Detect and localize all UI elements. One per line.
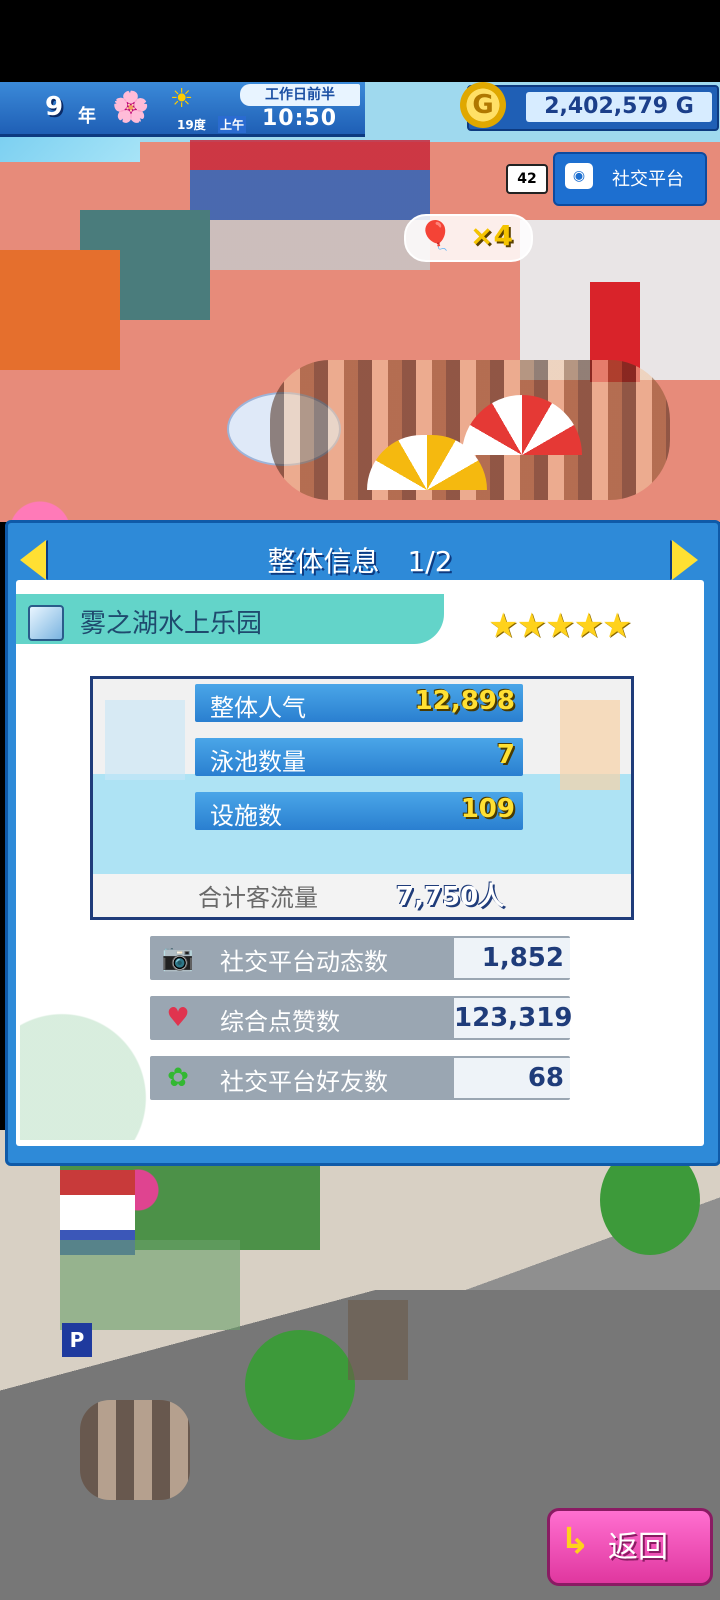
sns-row-label: 社交平台好友数 [220,1068,388,1096]
shop-building [190,140,430,270]
palm-leaf-decoration [20,1000,160,1140]
street-lamp [348,1300,408,1380]
year-number: 9 [45,92,64,122]
camera-icon: ◉ [565,163,593,189]
clock-time: 10:50 [262,106,338,131]
pedestrians [80,1400,190,1500]
camera-icon: 📷 [161,943,195,973]
stat-value: 12,898 [414,686,515,716]
pool-scene-decoration [560,700,620,790]
fence [60,1240,240,1330]
panel-title: 整体信息 1/2 [267,545,453,578]
back-button-label: 返回 [608,1530,668,1565]
prev-page-arrow-icon[interactable] [20,540,46,580]
stat-label: 泳池数量 [210,748,306,776]
sns-row-value: 1,852 [454,938,570,978]
balloon-icon: 🎈 [418,219,453,252]
status-bar-area [0,0,720,82]
stat-value: 109 [460,794,515,824]
next-page-arrow-icon[interactable] [672,540,698,580]
friends-icon: ✿ [167,1063,189,1093]
temperature: 19度 [177,118,206,132]
heart-icon: ♥ [166,1003,190,1033]
gold-coin-icon: G [460,82,506,128]
stat-value: 7 [496,740,515,770]
tree [245,1330,355,1440]
sns-platform-label: 社交平台 [612,169,684,190]
park-building-icon [28,605,64,641]
park-name: 雾之湖水上乐园 [80,609,263,639]
stat-label: 设施数 [210,802,282,830]
rating-stars: ★★★★★ [488,606,632,646]
pool-scene-decoration [105,700,185,780]
sakura-season-icon: 🌸 [112,90,150,125]
sns-row-value: 123,319 [454,998,572,1038]
total-visitors-value: 7,750人 [396,882,505,912]
gold-amount: 2,402,579 G [526,92,712,122]
stat-label: 整体人气 [210,694,306,722]
sunny-weather-icon: ☀ [170,84,194,114]
sns-friend-count-badge: 42 [506,164,548,194]
am-pm-label: 上午 [218,116,247,133]
sns-row-value: 68 [454,1058,570,1098]
total-visitors-label: 合计客流量 [198,884,318,912]
sns-row-label: 社交平台动态数 [220,948,388,976]
combo-multiplier: ×4 [470,219,513,252]
sns-row-label: 综合点赞数 [220,1008,340,1036]
parking-sign-icon: P [62,1323,92,1357]
year-label: 年 [78,106,96,127]
return-arrow-icon: ↳ [560,1521,591,1562]
food-stall-orange [0,250,120,370]
week-period-tag: 工作日前半 [240,84,360,106]
